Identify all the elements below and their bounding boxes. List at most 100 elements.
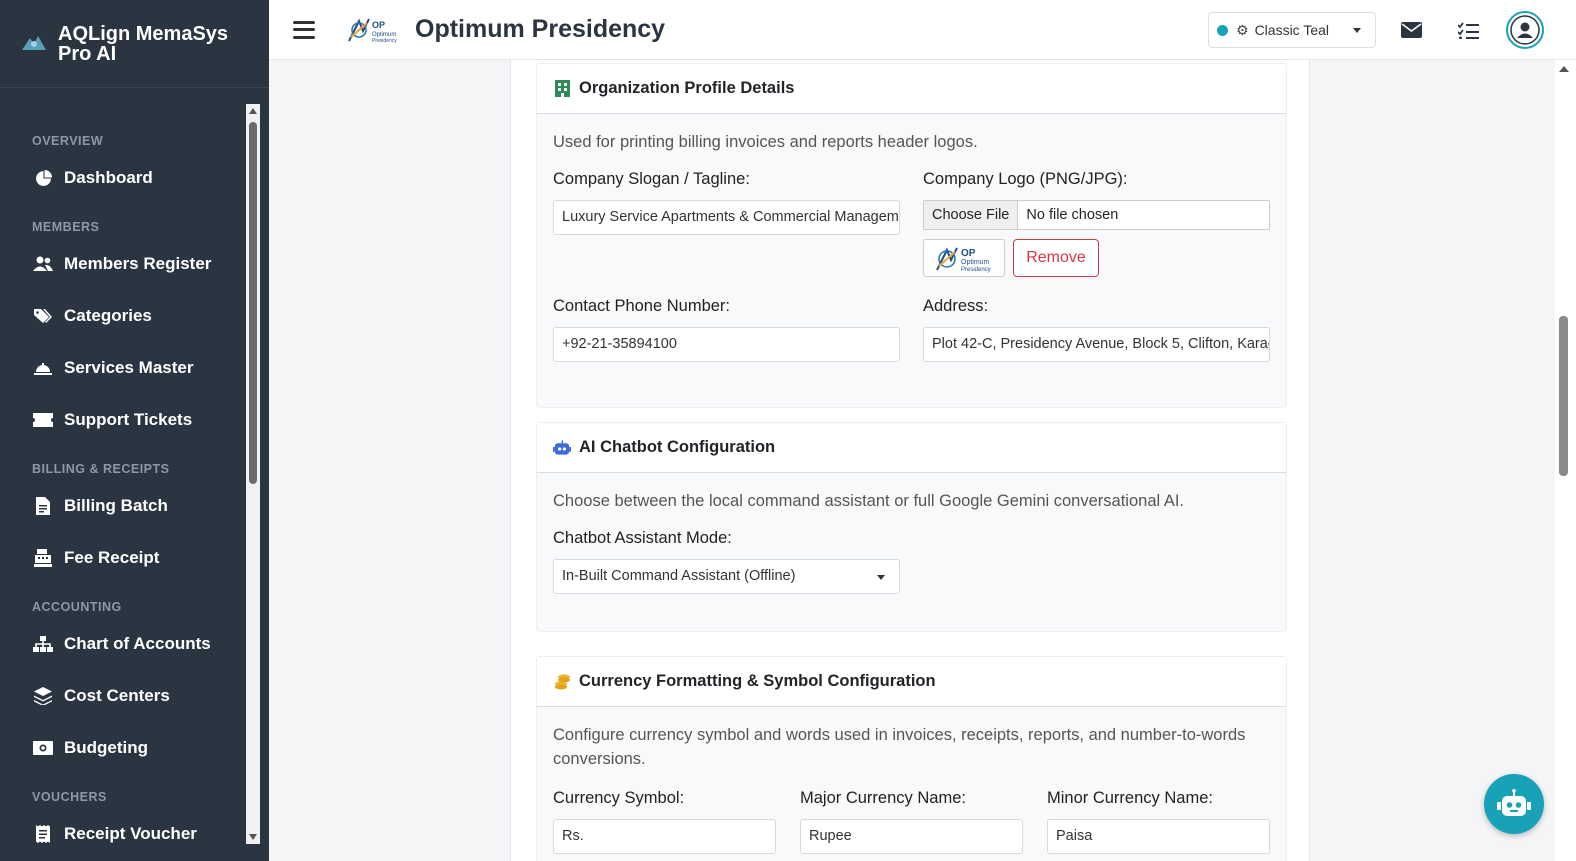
cash-register-icon — [32, 547, 54, 569]
svg-text:Presidency: Presidency — [372, 38, 397, 44]
robot-icon — [553, 439, 571, 457]
users-icon — [32, 253, 54, 275]
nav-section-title: ACCOUNTING — [32, 600, 122, 614]
remove-logo-button[interactable]: Remove — [1013, 239, 1099, 277]
svg-text:OP: OP — [372, 20, 385, 30]
layers-icon — [32, 685, 54, 707]
card-header: Currency Formatting & Symbol Configurati… — [537, 657, 1286, 707]
building-icon — [553, 80, 571, 98]
org-logo: OP Optimum Presidency — [345, 15, 403, 45]
brand[interactable]: AQLign MemaSys Pro AI — [0, 0, 269, 88]
sidebar-scrollbar[interactable] — [246, 104, 260, 844]
address-input[interactable]: Plot 42-C, Presidency Avenue, Block 5, C… — [923, 327, 1270, 362]
svg-text:Presidency: Presidency — [961, 267, 991, 273]
minor-currency-label: Minor Currency Name: — [1047, 789, 1213, 807]
ticket-icon — [32, 409, 54, 431]
user-icon — [1510, 15, 1540, 45]
logo-label: Company Logo (PNG/JPG): — [923, 170, 1128, 188]
chatbot-mode-label: Chatbot Assistant Mode: — [553, 529, 732, 547]
sidebar-nav: OVERVIEW Dashboard MEMBERS Members Regis… — [0, 104, 246, 844]
user-avatar[interactable] — [1506, 11, 1544, 49]
currency-symbol-label: Currency Symbol: — [553, 789, 685, 807]
sidebar-item-receipt-voucher[interactable]: Receipt Voucher — [0, 808, 246, 844]
sidebar-item-label: Dashboard — [64, 168, 153, 187]
currency-config-card: Currency Formatting & Symbol Configurati… — [536, 656, 1287, 861]
major-currency-label: Major Currency Name: — [800, 789, 966, 807]
sidebar-item-label: Services Master — [64, 358, 194, 377]
chatbot-launcher-button[interactable] — [1484, 774, 1544, 834]
card-description: Used for printing billing invoices and r… — [553, 133, 978, 151]
sidebar-item-label: Categories — [64, 306, 152, 325]
envelope-icon[interactable] — [1398, 17, 1424, 43]
card-header: AI Chatbot Configuration — [537, 423, 1286, 473]
sidebar-item-support-tickets[interactable]: Support Tickets — [0, 394, 246, 446]
slogan-input[interactable]: Luxury Service Apartments & Commercial M… — [553, 200, 900, 235]
sidebar-item-label: Support Tickets — [64, 410, 193, 429]
sidebar-item-categories[interactable]: Categories — [0, 290, 246, 342]
sidebar-item-services-master[interactable]: Services Master — [0, 342, 246, 394]
brand-name: AQLign MemaSys Pro AI — [58, 22, 229, 65]
sidebar-item-dashboard[interactable]: Dashboard — [0, 152, 246, 204]
sidebar-item-label: Members Register — [64, 254, 212, 273]
brand-logo-icon — [20, 30, 48, 58]
major-currency-input[interactable]: Rupee — [800, 819, 1023, 854]
logo-preview: OP Optimum Presidency — [923, 239, 1005, 277]
minor-currency-input[interactable]: Paisa — [1047, 819, 1270, 854]
theme-selector[interactable]: ⚙ Classic Teal — [1208, 12, 1376, 48]
chevron-down-icon — [877, 575, 885, 580]
nav-section-title: OVERVIEW — [32, 134, 104, 148]
org-profile-card: Organization Profile Details Used for pr… — [536, 63, 1287, 408]
menu-toggle-icon[interactable] — [293, 20, 315, 39]
sidebar-item-cost-centers[interactable]: Cost Centers — [0, 670, 246, 722]
chatbot-mode-select[interactable]: In-Built Command Assistant (Offline) — [553, 559, 900, 594]
card-description: Choose between the local command assista… — [553, 492, 1185, 510]
page-scrollbar[interactable] — [1555, 60, 1576, 861]
task-list-icon[interactable] — [1455, 17, 1481, 43]
sidebar-item-budgeting[interactable]: Budgeting — [0, 722, 246, 774]
sidebar-item-fee-receipt[interactable]: Fee Receipt — [0, 532, 246, 584]
nav-section-title: MEMBERS — [32, 220, 100, 234]
sidebar: AQLign MemaSys Pro AI OVERVIEW Dashboard… — [0, 0, 269, 861]
theme-label: Classic Teal — [1254, 22, 1329, 38]
tags-icon — [32, 305, 54, 327]
svg-text:OP: OP — [961, 248, 976, 259]
robot-icon — [1497, 789, 1531, 816]
card-description: Configure currency symbol and words used… — [553, 726, 1246, 768]
sidebar-item-billing-batch[interactable]: Billing Batch — [0, 480, 246, 532]
sidebar-item-label: Budgeting — [64, 738, 149, 757]
nav-section-title: BILLING & RECEIPTS — [32, 462, 170, 476]
theme-color-dot — [1217, 24, 1228, 36]
sidebar-item-label: Receipt Voucher — [64, 824, 197, 843]
choose-file-button[interactable]: Choose File — [924, 201, 1019, 229]
sidebar-item-members-register[interactable]: Members Register — [0, 238, 246, 290]
gear-icon: ⚙ — [1236, 21, 1249, 38]
sidebar-scroll-thumb[interactable] — [249, 122, 257, 484]
main-content: Organization Profile Details Used for pr… — [269, 60, 1555, 861]
page-title: Optimum Presidency — [415, 15, 666, 43]
sidebar-item-label: Chart of Accounts — [64, 634, 211, 653]
settings-panel: Organization Profile Details Used for pr… — [510, 60, 1310, 861]
card-title: Organization Profile Details — [579, 79, 795, 97]
sidebar-item-label: Cost Centers — [64, 686, 170, 705]
topbar: OP Optimum Presidency Optimum Presidency ⚙… — [269, 0, 1576, 60]
logo-file-input[interactable]: Choose File No file chosen — [923, 200, 1270, 230]
receipt-icon — [32, 823, 54, 844]
scroll-up-arrow-icon[interactable] — [249, 108, 257, 114]
coins-icon — [553, 673, 571, 691]
sidebar-item-chart-of-accounts[interactable]: Chart of Accounts — [0, 618, 246, 670]
nav-section-title: VOUCHERS — [32, 790, 107, 804]
currency-symbol-input[interactable]: Rs. — [553, 819, 776, 854]
file-status-text: No file chosen — [1026, 207, 1119, 223]
sidebar-item-label: Fee Receipt — [64, 548, 160, 567]
scroll-down-arrow-icon[interactable] — [249, 834, 257, 840]
address-label: Address: — [923, 297, 989, 315]
card-title: Currency Formatting & Symbol Configurati… — [579, 672, 936, 690]
scroll-up-arrow-icon[interactable] — [1559, 66, 1569, 72]
phone-input[interactable]: +92-21-35894100 — [553, 327, 900, 362]
chatbot-mode-value: In-Built Command Assistant (Offline) — [562, 568, 796, 584]
chart-pie-icon — [32, 167, 54, 189]
page-scroll-thumb[interactable] — [1559, 316, 1568, 476]
chatbot-config-card: AI Chatbot Configuration Choose between … — [536, 422, 1287, 632]
sitemap-icon — [32, 633, 54, 655]
card-title: AI Chatbot Configuration — [579, 438, 776, 456]
